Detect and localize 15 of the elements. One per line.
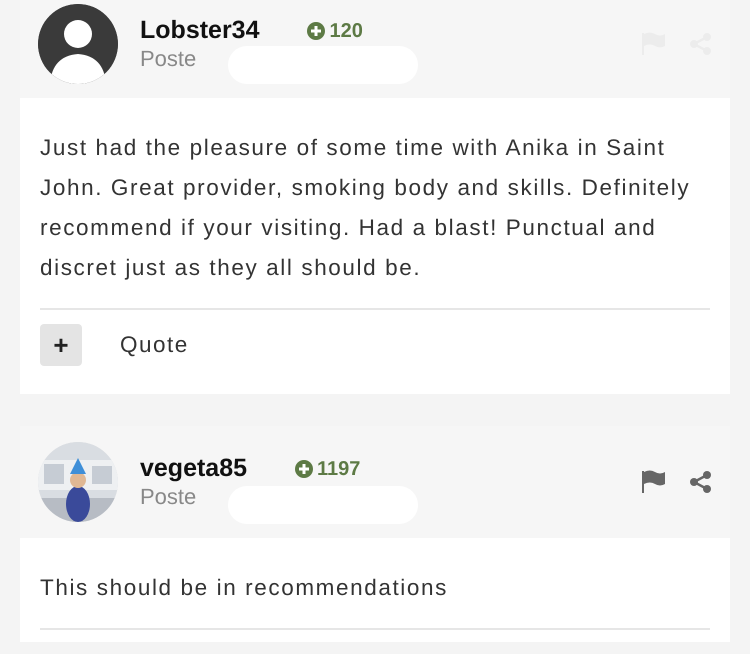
avatar-silhouette-icon xyxy=(38,4,118,84)
plus-icon xyxy=(307,22,326,40)
add-quote-button[interactable]: + xyxy=(40,324,82,366)
plus-icon xyxy=(295,460,314,478)
username[interactable]: vegeta85 xyxy=(140,455,248,483)
reputation-count: 120 xyxy=(307,16,363,46)
flag-icon[interactable] xyxy=(641,469,667,495)
quote-link[interactable]: Quote xyxy=(120,328,189,362)
username[interactable]: Lobster34 xyxy=(140,17,260,45)
post-date: Poste xyxy=(140,46,198,72)
post-date: Poste xyxy=(140,484,198,510)
post-text: This should be in recommendations xyxy=(40,574,449,602)
reputation-count: 1197 xyxy=(295,454,360,484)
post-text: Just had the pleasure of some time with Anika in Saint John. Great provider, smoking body and skills. Definitely recommend if your visiting. Had a blast! Punctual and discret just as they all should be. xyxy=(40,134,692,282)
share-icon[interactable] xyxy=(689,470,712,494)
